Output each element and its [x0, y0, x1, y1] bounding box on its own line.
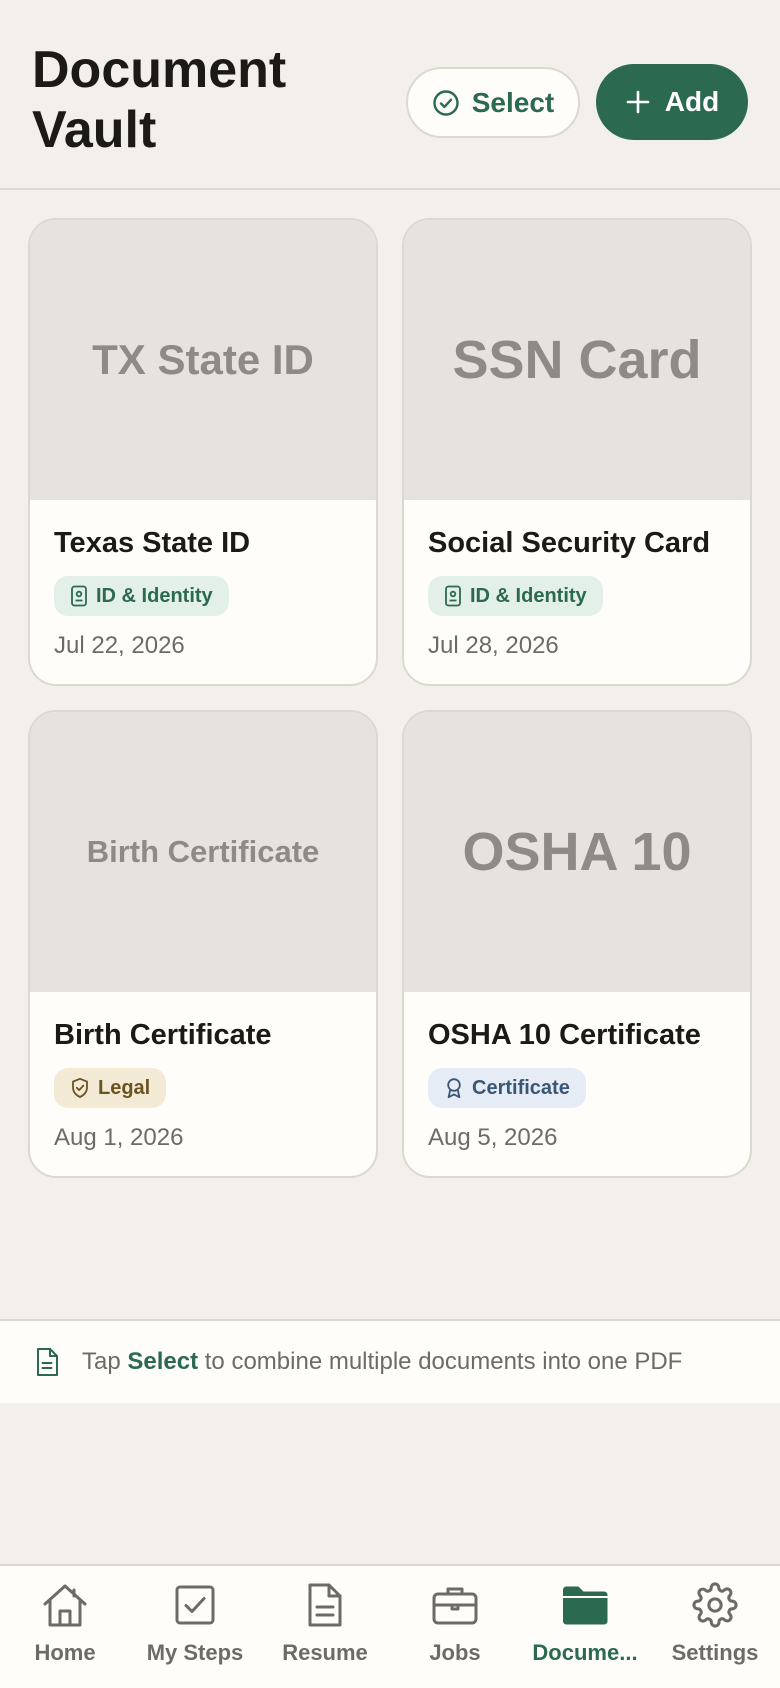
tab-jobs[interactable]: Jobs — [390, 1566, 520, 1688]
folder-icon — [560, 1580, 610, 1630]
category-tag: Legal — [54, 1068, 167, 1108]
home-icon — [41, 1580, 89, 1630]
hint-text: Tap Select to combine multiple documents… — [82, 1348, 682, 1376]
category-tag-label: ID & Identity — [470, 584, 587, 607]
tab-label: Resume — [282, 1640, 368, 1665]
select-button-label: Select — [471, 86, 555, 118]
document-card[interactable]: Birth Certificate Birth Certificate Lega… — [28, 710, 378, 1178]
tab-label: Jobs — [429, 1640, 481, 1665]
document-date: Aug 1, 2026 — [54, 1124, 184, 1151]
document-icon — [305, 1580, 345, 1630]
check-circle-icon — [432, 89, 460, 117]
combine-hint-banner: Tap Select to combine multiple documents… — [0, 1319, 780, 1403]
select-button[interactable]: Select — [406, 67, 580, 138]
tab-label: Home — [34, 1640, 96, 1665]
document-card[interactable]: OSHA 10 OSHA 10 Certificate Certificate … — [402, 710, 752, 1178]
tab-settings[interactable]: Settings — [650, 1566, 780, 1688]
document-date: Aug 5, 2026 — [428, 1124, 558, 1151]
add-button[interactable]: Add — [596, 64, 748, 140]
id-card-icon — [444, 585, 462, 607]
document-title: Birth Certificate — [54, 1019, 272, 1051]
briefcase-icon — [431, 1580, 479, 1630]
category-tag: Certificate — [428, 1068, 586, 1108]
document-thumbnail: OSHA 10 — [404, 712, 750, 992]
gear-icon — [692, 1580, 738, 1630]
plus-icon — [625, 89, 651, 115]
tab-my-steps[interactable]: My Steps — [130, 1566, 260, 1688]
document-icon — [34, 1347, 60, 1377]
header: Document Vault Select Add — [0, 0, 780, 190]
tab-documents[interactable]: Docume... — [520, 1566, 650, 1688]
tab-resume[interactable]: Resume — [260, 1566, 390, 1688]
add-button-label: Add — [664, 86, 720, 117]
thumbnail-text: Birth Certificate — [86, 834, 320, 869]
tab-label: Settings — [671, 1640, 759, 1665]
document-card[interactable]: TX State ID Texas State ID ID & Identity… — [28, 218, 378, 686]
shield-icon — [70, 1077, 90, 1099]
award-icon — [444, 1077, 464, 1099]
document-date: Jul 28, 2026 — [428, 632, 559, 659]
checkbox-icon — [173, 1580, 217, 1630]
document-grid: TX State ID Texas State ID ID & Identity… — [28, 218, 752, 1178]
page-title: Document Vault — [32, 41, 287, 159]
id-card-icon — [70, 585, 88, 607]
tab-home[interactable]: Home — [0, 1566, 130, 1688]
document-thumbnail: TX State ID — [30, 220, 376, 500]
document-card[interactable]: SSN Card Social Security Card ID & Ident… — [402, 218, 752, 686]
category-tag: ID & Identity — [428, 576, 603, 616]
document-title: Social Security Card — [428, 527, 711, 559]
hint-emphasis: Select — [127, 1348, 199, 1375]
category-tag-label: ID & Identity — [96, 584, 213, 607]
hint-prefix: Tap — [82, 1348, 121, 1375]
thumbnail-text: SSN Card — [452, 330, 702, 390]
bottom-tab-bar: Home My Steps Resume Jobs Docume... Sett… — [0, 1564, 780, 1688]
document-title: OSHA 10 Certificate — [428, 1019, 701, 1051]
category-tag: ID & Identity — [54, 576, 229, 616]
thumbnail-text: OSHA 10 — [462, 822, 692, 882]
document-title: Texas State ID — [54, 527, 251, 559]
category-tag-label: Certificate — [472, 1076, 570, 1099]
document-date: Jul 22, 2026 — [54, 632, 185, 659]
document-thumbnail: SSN Card — [404, 220, 750, 500]
tab-label: Docume... — [532, 1640, 638, 1665]
hint-suffix: to combine multiple documents into one P… — [204, 1348, 683, 1375]
thumbnail-text: TX State ID — [92, 336, 314, 383]
tab-label: My Steps — [146, 1640, 244, 1665]
category-tag-label: Legal — [98, 1076, 151, 1099]
document-thumbnail: Birth Certificate — [30, 712, 376, 992]
